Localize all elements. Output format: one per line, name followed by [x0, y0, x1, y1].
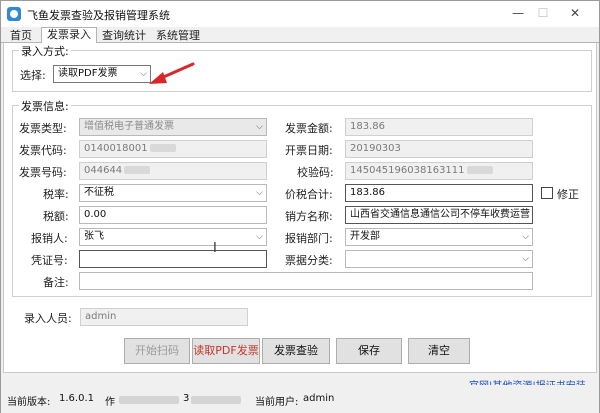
- total-label: 价税合计:: [285, 188, 333, 201]
- tab-home[interactable]: 首页: [5, 29, 37, 44]
- redacted-mark: [466, 166, 493, 174]
- tab-invoice-entry[interactable]: 发票录入: [41, 27, 97, 44]
- voucher-field[interactable]: [79, 250, 267, 268]
- redacted-mark: [191, 396, 241, 404]
- check-code-value: 145045196038163111: [350, 165, 465, 176]
- dept-dropdown[interactable]: 开发部 ⌵: [345, 228, 533, 246]
- tab-strip: 首页 发票录入 查询统计 系统管理: [1, 27, 599, 44]
- chevron-down-icon: ⌵: [522, 254, 529, 264]
- current-user-value: admin: [303, 393, 335, 404]
- window-title: 飞鱼发票查验及报销管理系统: [27, 9, 170, 22]
- check-code-field[interactable]: 145045196038163111: [345, 162, 533, 180]
- tax-amount-field[interactable]: 0.00: [79, 206, 267, 224]
- issue-date-field[interactable]: 20190303: [345, 140, 533, 158]
- redacted-mark: [119, 396, 179, 404]
- entry-person-label: 录入人员:: [24, 312, 72, 325]
- entry-mode-legend: 录入方式:: [19, 43, 71, 59]
- app-logo-icon: [7, 7, 21, 21]
- total-field[interactable]: 183.86: [345, 184, 533, 202]
- redacted-mark: [149, 144, 176, 152]
- category-dropdown[interactable]: ⌵: [345, 250, 533, 268]
- reimburser-label: 报销人:: [31, 232, 68, 245]
- close-icon[interactable]: ✕: [563, 4, 587, 22]
- invoice-code-value: 0140018001: [84, 143, 148, 154]
- remark-label: 备注:: [43, 276, 69, 289]
- chevron-down-icon: ⌵: [522, 232, 529, 242]
- invoice-code-label: 发票代码:: [19, 144, 67, 157]
- app-window: 飞鱼发票查验及报销管理系统 — ☐ ✕ 首页 发票录入 查询统计 系统管理 录入…: [0, 0, 600, 413]
- chevron-down-icon: ⌵: [256, 188, 263, 198]
- version-value: 1.6.0.1: [59, 393, 94, 404]
- title-bar: 飞鱼发票查验及报销管理系统 — ☐ ✕: [1, 1, 599, 27]
- entry-mode-dropdown[interactable]: 读取PDF发票 ⌵: [53, 65, 151, 83]
- amount-field[interactable]: 183.86: [345, 118, 533, 136]
- select-label: 选择:: [20, 69, 46, 82]
- status-bar: 当前版本: 1.6.0.1 作 3 当前用户: admin: [1, 385, 599, 413]
- annotation-arrow-icon: [149, 62, 195, 84]
- tax-amount-label: 税额:: [43, 210, 69, 223]
- entry-person-field: admin: [80, 308, 248, 326]
- chevron-down-icon: ⌵: [140, 69, 147, 79]
- reimburser-dropdown[interactable]: 张飞 ⌵: [79, 228, 267, 246]
- invoice-entry-panel: 录入方式: 选择: 读取PDF发票 ⌵ 发票信息: 发票类型: 增值税电子普通发…: [3, 43, 597, 373]
- invoice-number-field[interactable]: 044644: [79, 162, 267, 180]
- category-label: 票据分类:: [285, 254, 333, 267]
- invoice-type-value: 增值税电子普通发票: [84, 121, 174, 132]
- invoice-type-label: 发票类型:: [19, 122, 67, 135]
- voucher-label: 凭证号:: [31, 254, 68, 267]
- read-pdf-button[interactable]: 读取PDF发票: [192, 338, 260, 364]
- dept-value: 开发部: [350, 231, 380, 242]
- amount-label: 发票金额:: [285, 122, 333, 135]
- check-code-label: 校验码:: [297, 166, 334, 179]
- tab-query-stats[interactable]: 查询统计: [97, 29, 151, 44]
- text-cursor-icon: I: [213, 241, 217, 256]
- entry-mode-group: 录入方式: 选择: 读取PDF发票 ⌵: [12, 43, 592, 92]
- invoice-type-dropdown[interactable]: 增值税电子普通发票 ⌵: [79, 118, 267, 136]
- invoice-info-group: 发票信息: 发票类型: 增值税电子普通发票 ⌵ 发票金额: 183.86 发票代…: [12, 98, 592, 297]
- invoice-code-field[interactable]: 0140018001: [79, 140, 267, 158]
- tax-rate-value: 不征税: [84, 187, 114, 198]
- tax-rate-dropdown[interactable]: 不征税 ⌵: [79, 184, 267, 202]
- invoice-number-label: 发票号码:: [19, 166, 67, 179]
- correct-label: 修正: [557, 188, 579, 201]
- invoice-number-value: 044644: [84, 165, 123, 176]
- reimburser-value: 张飞: [84, 231, 104, 242]
- clear-button[interactable]: 清空: [408, 338, 470, 364]
- correct-checkbox[interactable]: [541, 187, 553, 199]
- tax-rate-label: 税率:: [43, 188, 69, 201]
- minimize-icon[interactable]: —: [506, 4, 530, 22]
- dept-label: 报销部门:: [285, 232, 333, 245]
- chevron-down-icon: ⌵: [256, 232, 263, 242]
- current-user-label: 当前用户:: [255, 397, 299, 408]
- seller-field[interactable]: 山西省交通信息通信公司不停车收费运营: [345, 206, 533, 224]
- invoice-info-legend: 发票信息:: [19, 98, 71, 114]
- remark-field[interactable]: [79, 272, 533, 290]
- start-scan-button[interactable]: 开始扫码: [124, 338, 190, 364]
- machine-label: 作: [105, 397, 115, 408]
- save-button[interactable]: 保存: [336, 338, 402, 364]
- seller-label: 销方名称:: [285, 210, 333, 223]
- chevron-down-icon: ⌵: [256, 122, 263, 132]
- version-label: 当前版本:: [7, 397, 51, 408]
- entry-mode-value: 读取PDF发票: [58, 68, 118, 79]
- maximize-icon[interactable]: ☐: [531, 4, 555, 22]
- redacted-mark: [124, 166, 151, 174]
- verify-invoice-button[interactable]: 发票查验: [262, 338, 330, 364]
- tab-system-admin[interactable]: 系统管理: [151, 29, 205, 44]
- issue-date-label: 开票日期:: [285, 144, 333, 157]
- machine-value: 3: [183, 393, 190, 404]
